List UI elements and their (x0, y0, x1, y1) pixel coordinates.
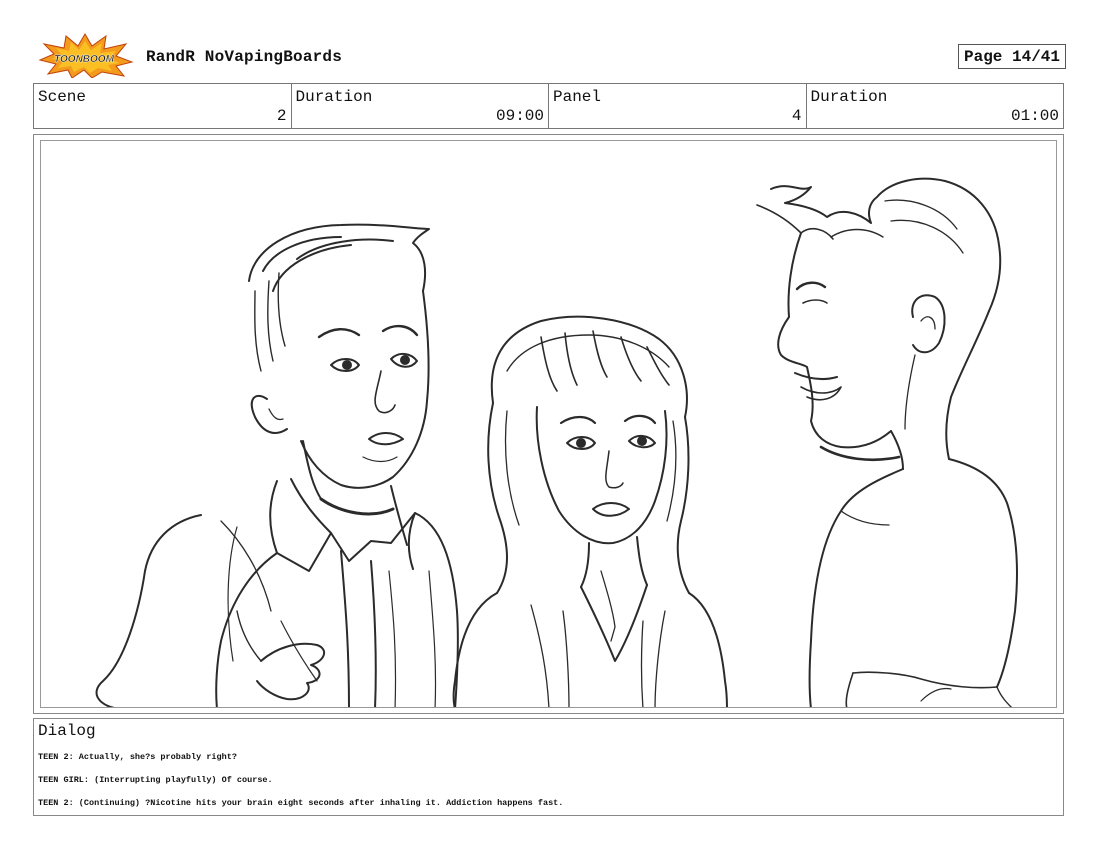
teen-boy-smiling-figure (756, 177, 1018, 707)
storyboard-panel (33, 134, 1064, 714)
panel-duration-value: 01:00 (1010, 107, 1059, 125)
page-header: TOONBOOM RandR NoVapingBoards Page 14/41 (36, 32, 1066, 79)
panel-duration-cell: Duration 01:00 (807, 84, 1064, 128)
dialog-lines: TEEN 2: Actually, she?s probably right? … (38, 746, 563, 815)
scene-cell: Scene 2 (34, 84, 292, 128)
teen-2-figure (95, 223, 459, 707)
dialog-line-3: TEEN 2: (Continuing) ?Nicotine hits your… (38, 798, 564, 808)
scene-value: 2 (276, 107, 287, 125)
panel-value: 4 (791, 107, 802, 125)
toonboom-logo: TOONBOOM (36, 32, 134, 79)
scene-duration-cell: Duration 09:00 (292, 84, 549, 128)
document-title: RandR NoVapingBoards (146, 48, 343, 66)
dialog-label: Dialog (38, 722, 96, 740)
panel-sketch (95, 177, 1018, 707)
logo-text: TOONBOOM (54, 54, 114, 65)
teen-girl-figure (452, 315, 728, 707)
scene-label: Scene (38, 88, 87, 106)
scene-info-bar: Scene 2 Duration 09:00 Panel 4 Duration … (33, 83, 1064, 129)
dialog-line-1: TEEN 2: Actually, she?s probably right? (38, 752, 237, 762)
panel-drawing-frame (40, 140, 1057, 708)
dialog-box: Dialog TEEN 2: Actually, she?s probably … (33, 718, 1064, 816)
panel-duration-label: Duration (810, 88, 888, 106)
page-indicator: Page 14/41 (957, 44, 1066, 69)
panel-label: Panel (553, 88, 602, 106)
dialog-line-2: TEEN GIRL: (Interrupting playfully) Of c… (38, 775, 273, 785)
scene-duration-value: 09:00 (495, 107, 544, 125)
panel-cell: Panel 4 (549, 84, 807, 128)
scene-duration-label: Duration (295, 88, 373, 106)
